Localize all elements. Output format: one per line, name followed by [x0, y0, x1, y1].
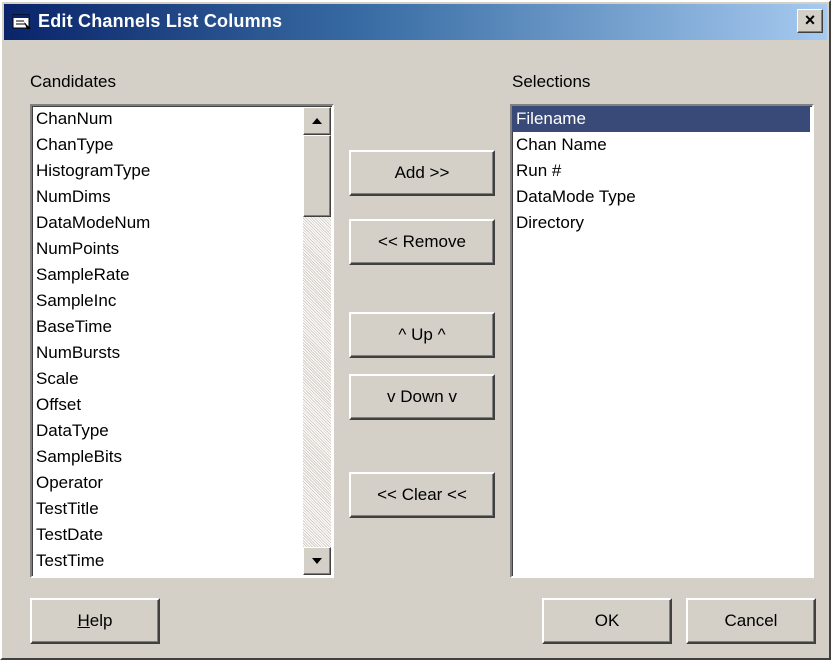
- add-button[interactable]: Add >>: [349, 150, 495, 196]
- selections-list: Filename Chan Name Run # DataMode Type Direc…: [512, 106, 812, 236]
- title-bar[interactable]: Edit Channels List Columns ×: [4, 4, 827, 40]
- help-mnemonic: H: [77, 611, 90, 630]
- list-item[interactable]: DataModeNum: [32, 210, 332, 236]
- candidates-list: ChanNum ChanType HistogramType NumDims DataM…: [32, 106, 332, 574]
- window-title: Edit Channels List Columns: [38, 11, 283, 31]
- scroll-thumb[interactable]: [303, 135, 331, 217]
- close-button[interactable]: ×: [797, 9, 823, 33]
- help-button[interactable]: Help: [30, 598, 160, 644]
- selections-label: Selections: [512, 72, 591, 91]
- help-label: elp: [89, 611, 113, 630]
- list-item[interactable]: DataType: [32, 418, 332, 444]
- list-item[interactable]: ChanType: [32, 132, 332, 158]
- list-item[interactable]: TestTitle: [32, 496, 332, 522]
- list-item[interactable]: Filename: [512, 106, 810, 132]
- list-item[interactable]: Offset: [32, 392, 332, 418]
- scroll-up-button[interactable]: [303, 107, 331, 135]
- selections-listbox[interactable]: Filename Chan Name Run # DataMode Type Direc…: [510, 104, 814, 578]
- clear-button[interactable]: << Clear <<: [349, 472, 495, 518]
- close-icon: ×: [804, 10, 816, 30]
- list-item[interactable]: DataMode Type: [512, 184, 812, 210]
- list-item[interactable]: Operator: [32, 470, 332, 496]
- remove-button[interactable]: << Remove: [349, 219, 495, 265]
- cancel-button[interactable]: Cancel: [686, 598, 816, 644]
- scroll-down-button[interactable]: [303, 547, 331, 575]
- list-item[interactable]: ChanNum: [32, 106, 332, 132]
- dialog-window: Edit Channels List Columns × Candidates …: [0, 0, 831, 660]
- move-down-button[interactable]: v Down v: [349, 374, 495, 420]
- move-up-button[interactable]: ^ Up ^: [349, 312, 495, 358]
- list-item[interactable]: NumBursts: [32, 340, 332, 366]
- list-item[interactable]: NumPoints: [32, 236, 332, 262]
- list-item[interactable]: Chan Name: [512, 132, 812, 158]
- arrow-up-icon: [312, 118, 322, 124]
- list-item[interactable]: SampleBits: [32, 444, 332, 470]
- list-item[interactable]: HistogramType: [32, 158, 332, 184]
- list-item[interactable]: NumDims: [32, 184, 332, 210]
- arrow-down-icon: [312, 558, 322, 564]
- list-item[interactable]: Run #: [512, 158, 812, 184]
- list-item[interactable]: SampleInc: [32, 288, 332, 314]
- candidates-listbox[interactable]: ChanNum ChanType HistogramType NumDims DataM…: [30, 104, 334, 578]
- list-item[interactable]: BaseTime: [32, 314, 332, 340]
- list-item[interactable]: TestDate: [32, 522, 332, 548]
- candidates-label: Candidates: [30, 72, 117, 91]
- list-item[interactable]: Scale: [32, 366, 332, 392]
- ok-button[interactable]: OK: [542, 598, 672, 644]
- window-icon: [12, 14, 31, 29]
- list-item[interactable]: TestTime: [32, 548, 332, 574]
- candidates-scrollbar[interactable]: [303, 107, 331, 575]
- list-item[interactable]: Directory: [512, 210, 812, 236]
- list-item[interactable]: SampleRate: [32, 262, 332, 288]
